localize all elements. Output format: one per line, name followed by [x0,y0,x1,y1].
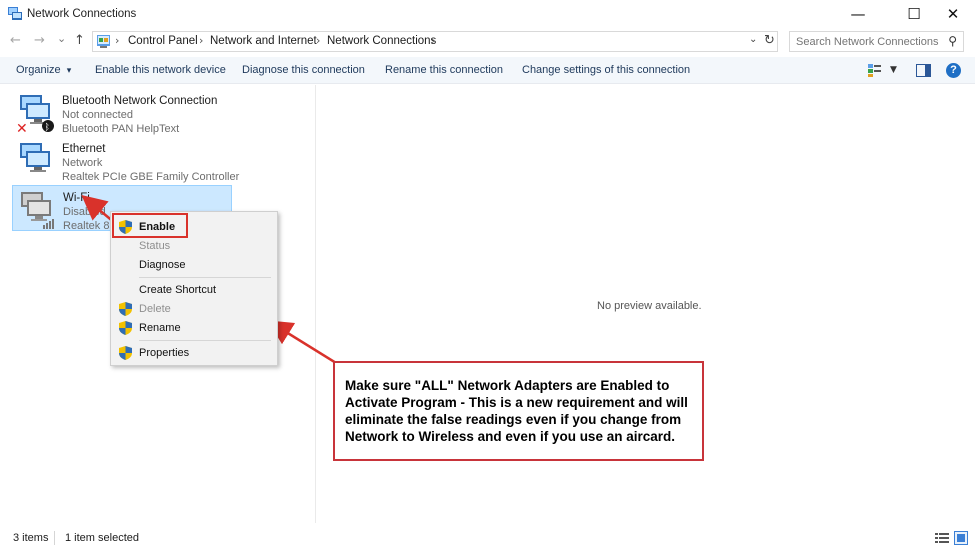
large-icons-view-icon[interactable] [954,531,968,545]
status-separator [54,531,55,545]
menu-item-delete: Delete [111,299,277,318]
selection-count: 1 item selected [65,532,139,544]
status-bar: 3 items 1 item selected [0,527,975,549]
menu-item-rename[interactable]: Rename [111,318,277,337]
menu-item-label: Create Shortcut [139,284,217,296]
menu-item-status: Status [111,236,277,255]
menu-item-label: Delete [139,303,171,315]
menu-separator [139,340,271,341]
annotation-callout: Make sure "ALL" Network Adapters are Ena… [333,361,704,461]
annotation-callout-text: Make sure "ALL" Network Adapters are Ena… [345,378,688,444]
menu-item-label: Status [139,240,171,252]
details-view-icon[interactable] [935,532,949,544]
menu-item-properties[interactable]: Properties [111,343,277,362]
menu-item-label: Diagnose [139,259,186,271]
uac-shield-icon [119,302,132,316]
uac-shield-icon [119,346,132,360]
uac-shield-icon [119,321,132,335]
menu-separator [139,277,271,278]
enable-highlight-box [112,213,188,238]
menu-item-create-shortcut[interactable]: Create Shortcut [111,280,277,299]
menu-item-diagnose[interactable]: Diagnose [111,255,277,274]
item-count: 3 items [13,532,49,544]
menu-item-label: Properties [139,347,190,359]
menu-item-label: Rename [139,322,181,334]
